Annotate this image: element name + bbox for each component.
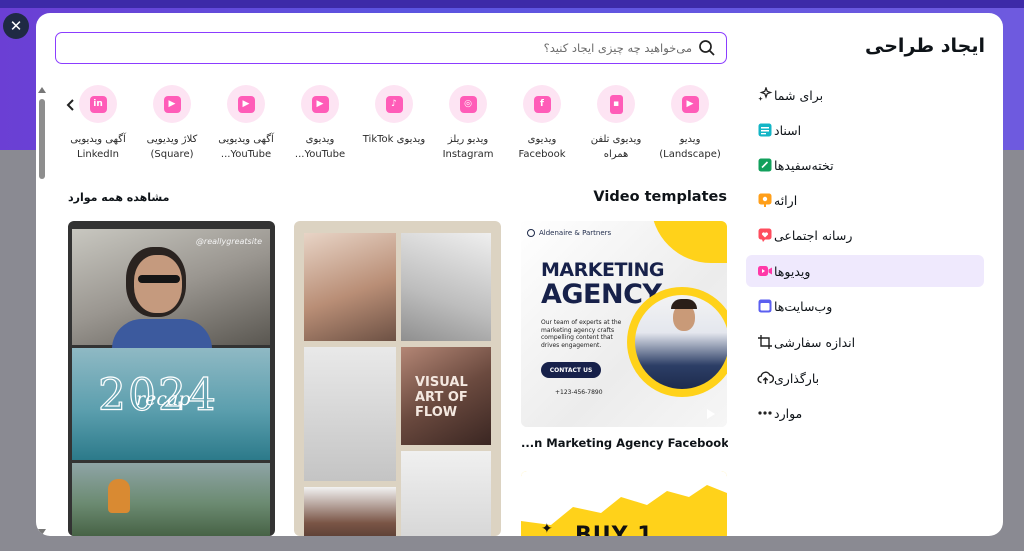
template-photo: [635, 295, 727, 389]
template-handle: @reallygreatsite: [195, 237, 262, 246]
sidebar-item-label: اندازه سفارشی: [774, 334, 856, 350]
sidebar-item-label: برای شما: [774, 87, 824, 103]
template-body: Our team of experts at the marketing age…: [541, 319, 622, 349]
search-box[interactable]: [55, 32, 727, 64]
crop-icon: [756, 333, 774, 351]
sidebar-item-label: ویدیوها: [774, 263, 811, 279]
template-card-2024-recap[interactable]: @reallygreatsite 2024 recap: [68, 221, 275, 536]
template-recap-word: recap: [136, 388, 191, 410]
scrollbar[interactable]: [38, 87, 46, 535]
category-mobile-video[interactable]: ▪ ویدیوی تلفن همراه: [578, 85, 654, 162]
search-input[interactable]: [72, 41, 692, 55]
sparkle-icon: ✦: [541, 521, 553, 536]
scroll-down-arrow-icon[interactable]: [38, 529, 46, 535]
sidebar-item-docs[interactable]: اسناد: [746, 114, 984, 146]
sidebar-item-label: اسناد: [774, 122, 802, 138]
tiktok-icon: ♪: [375, 85, 413, 123]
template-cta: CONTACT US: [541, 362, 601, 378]
play-icon: [707, 409, 715, 419]
template-flow-line1: VISUAL: [415, 375, 468, 390]
sidebar-item-whiteboards[interactable]: تخته‌سفیدها: [746, 149, 984, 181]
sidebar: ایجاد طراحی برای شما اسناد تخته‌سفیدها ا…: [745, 13, 1003, 536]
youtube-icon: ▶: [227, 85, 265, 123]
sidebar-item-label: رسانه اجتماعی: [774, 227, 853, 243]
close-button[interactable]: ✕: [3, 13, 29, 39]
category-youtube-video[interactable]: ▶ ویدیوی YouTube...: [282, 85, 358, 162]
linkedin-icon: in: [79, 85, 117, 123]
sidebar-item-label: وب‌سایت‌ها: [774, 298, 833, 314]
template-flow-line2: ART OF: [415, 390, 468, 405]
more-dots-icon: [756, 404, 774, 422]
sidebar-item-for-you[interactable]: برای شما: [746, 79, 984, 111]
sidebar-item-custom-size[interactable]: اندازه سفارشی: [746, 326, 984, 358]
instagram-icon: ◎: [449, 85, 487, 123]
heart-icon: [756, 226, 774, 244]
category-tiktok-video[interactable]: ♪ ویدیوی TikTok: [356, 85, 432, 147]
scroll-up-arrow-icon[interactable]: [38, 87, 46, 93]
play-icon: ▶: [671, 85, 709, 123]
category-instagram-reels[interactable]: ◎ ویدیو ریلز Instagram: [430, 85, 506, 162]
template-phone: +123-456-7890: [555, 389, 603, 396]
phone-video-icon: ▪: [597, 85, 635, 123]
template-card-marketing-agency[interactable]: Aldenaire & Partners MARKETING AGENCY Ou…: [521, 221, 727, 427]
template-card-buy-one[interactable]: ✦ BUY 1: [521, 471, 727, 536]
background-band: [0, 0, 1024, 8]
section-title: Video templates: [593, 189, 727, 205]
template-caption: ...n Marketing Agency Facebook Video: [521, 436, 728, 450]
category-facebook-video[interactable]: f ویدیوی Facebook: [504, 85, 580, 162]
template-brand: Aldenaire & Partners: [539, 229, 612, 237]
create-design-modal: ایجاد طراحی برای شما اسناد تخته‌سفیدها ا…: [36, 13, 1003, 536]
template-buy-text: BUY 1: [575, 523, 654, 536]
sidebar-item-label: بارگذاری: [774, 370, 820, 386]
sidebar-item-websites[interactable]: وب‌سایت‌ها: [746, 290, 984, 322]
see-all-link[interactable]: مشاهده همه موارد: [68, 191, 169, 204]
category-video-landscape[interactable]: ▶ ویدیو (Landscape): [652, 85, 728, 162]
category-linkedin-video-ad[interactable]: in آگهی ویدیویی LinkedIn: [60, 85, 136, 162]
whiteboard-icon: [756, 156, 774, 174]
sidebar-item-label: موارد: [774, 405, 803, 421]
play-icon: ▶: [153, 85, 191, 123]
document-icon: [756, 121, 774, 139]
sidebar-item-social-media[interactable]: رسانه اجتماعی: [746, 219, 984, 251]
sidebar-item-more[interactable]: موارد: [746, 397, 984, 429]
template-headline-1: MARKETING: [541, 259, 664, 281]
youtube-icon: ▶: [301, 85, 339, 123]
category-youtube-video-ad[interactable]: ▶ آگهی ویدیویی YouTube...: [208, 85, 284, 162]
video-icon: [756, 262, 774, 280]
sidebar-item-videos[interactable]: ویدیوها: [746, 255, 984, 287]
template-card-visual-art-of-flow[interactable]: VISUAL ART OF FLOW: [294, 221, 501, 536]
website-icon: [756, 297, 774, 315]
facebook-icon: f: [523, 85, 561, 123]
sidebar-item-label: ارائه: [774, 192, 798, 208]
sidebar-title: ایجاد طراحی: [865, 35, 985, 57]
brand-logo-icon: [527, 229, 535, 237]
search-icon[interactable]: [698, 39, 716, 57]
sidebar-item-upload[interactable]: بارگذاری: [746, 362, 984, 394]
template-flow-line3: FLOW: [415, 405, 458, 420]
scrollbar-thumb[interactable]: [39, 99, 45, 179]
sidebar-item-label: تخته‌سفیدها: [774, 157, 834, 173]
category-video-collage-square[interactable]: ▶ کلاژ ویدیویی (Square): [134, 85, 210, 162]
presentation-icon: [756, 191, 774, 209]
upload-cloud-icon: [756, 369, 774, 387]
sparkle-icon: [756, 86, 774, 104]
sidebar-item-presentations[interactable]: ارائه: [746, 184, 984, 216]
